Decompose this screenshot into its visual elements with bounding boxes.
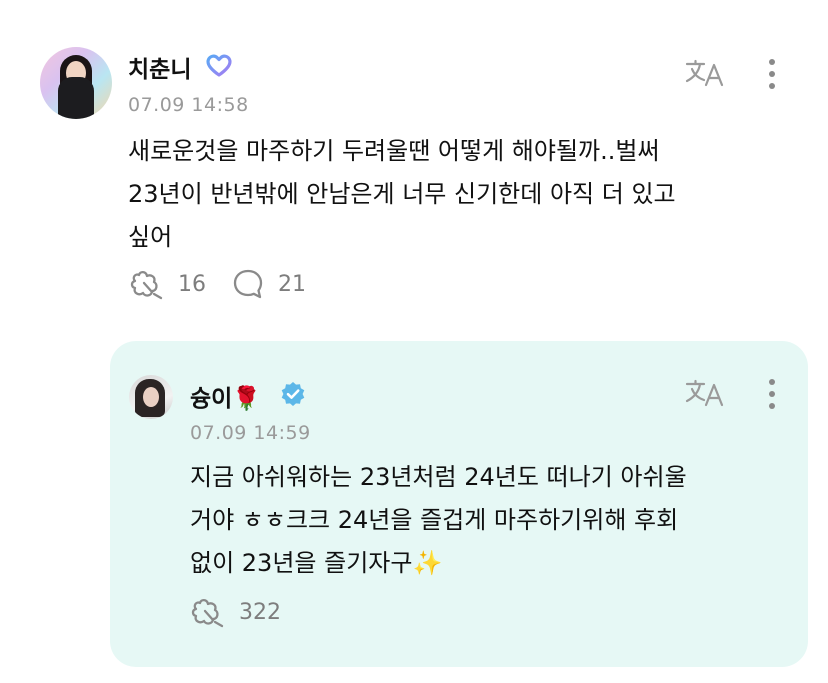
- reply-content: 지금 아쉬워하는 23년처럼 24년도 떠나기 아쉬울 거야 ㅎㅎ크크 24년을…: [190, 456, 790, 585]
- rose-emoji: 🌹: [232, 386, 261, 412]
- author-avatar[interactable]: [40, 47, 112, 119]
- post-line: 23년이 반년밖에 안남은게 너무 신기한데 아직 더 있고: [128, 180, 676, 208]
- reply-author-label: 슝이: [190, 386, 233, 412]
- reply-author-avatar[interactable]: [129, 375, 173, 419]
- reply-author-name[interactable]: 슝이🌹: [190, 379, 261, 413]
- post-line: 싶어: [128, 223, 173, 251]
- more-options-icon[interactable]: [765, 377, 779, 411]
- sparkles-emoji: ✨: [412, 549, 443, 577]
- reaction-icon[interactable]: [191, 596, 225, 628]
- reaction-count: 16: [178, 272, 206, 297]
- translate-icon[interactable]: [684, 58, 726, 88]
- author-name[interactable]: 치춘니: [128, 50, 191, 84]
- comment-bubble-icon[interactable]: [232, 268, 264, 300]
- reply-line-text: 없이 23년을 즐기자구: [190, 549, 413, 577]
- purple-heart-badge-icon: [206, 54, 232, 77]
- post-line: 새로운것을 마주하기 두려울땐 어떻게 해야될까..벌써: [128, 137, 660, 165]
- verified-badge-icon: [281, 382, 305, 406]
- translate-icon[interactable]: [684, 378, 726, 408]
- reply-line: 없이 23년을 즐기자구✨: [190, 542, 790, 585]
- reply-line: 지금 아쉬워하는 23년처럼 24년도 떠나기 아쉬울: [190, 463, 687, 491]
- reaction-icon[interactable]: [130, 268, 164, 300]
- reply-reaction-count: 322: [239, 600, 281, 625]
- post-timestamp: 07.09 14:58: [128, 94, 249, 116]
- post-content: 새로운것을 마주하기 두려울땐 어떻게 해야될까..벌써 23년이 반년밖에 안…: [128, 130, 788, 259]
- more-options-icon[interactable]: [765, 57, 779, 91]
- comment-count[interactable]: 21: [278, 272, 306, 297]
- reply-timestamp: 07.09 14:59: [190, 422, 311, 444]
- reply-line: 거야 ㅎㅎ크크 24년을 즐겁게 마주하기위해 후회: [190, 506, 679, 534]
